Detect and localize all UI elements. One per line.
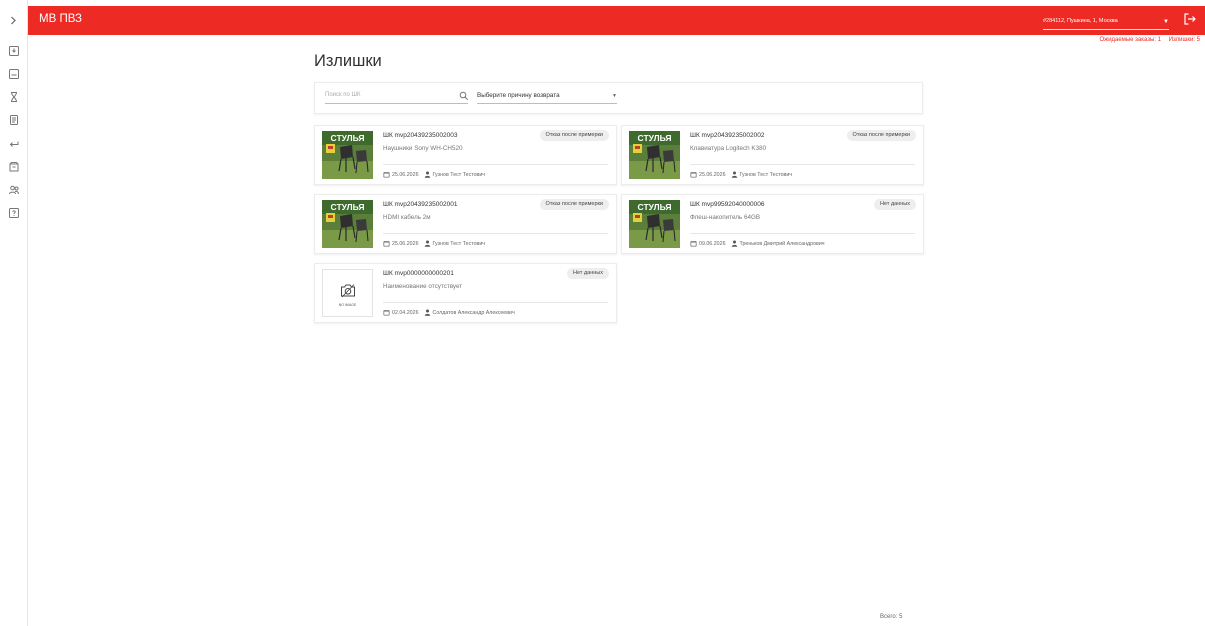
status-badge: Нет данных [874, 199, 916, 210]
card-user: Треньков Дмитрий Александрович [739, 240, 825, 247]
calendar-icon [383, 172, 390, 178]
card-product-name: HDMI кабель 2м [383, 214, 431, 221]
card-date: 25.06.2026 [392, 171, 419, 178]
no-image-caption: NO IMAGE [338, 303, 357, 307]
user-icon [731, 171, 737, 178]
card-user: Гузнов Тест Тестович [739, 171, 793, 178]
user-icon [731, 240, 737, 247]
svg-text:СТУЛЬЯ: СТУЛЬЯ [638, 202, 672, 212]
card-divider [690, 233, 915, 234]
user-icon [424, 240, 430, 247]
surplus-card[interactable]: СТУЛЬЯ ШК mvp20439235002002 Отказ после … [621, 125, 924, 185]
card-product-name: Клавиатура Logitech K380 [690, 145, 767, 152]
users-icon [8, 185, 19, 194]
return-reason-value: Выберите причину возврата [477, 92, 560, 99]
search-placeholder: Поиск по ШК [325, 92, 361, 98]
logout-icon[interactable] [1183, 12, 1197, 26]
card-divider [383, 302, 608, 303]
hourglass-icon [10, 91, 17, 102]
product-image: СТУЛЬЯ [629, 200, 680, 248]
sidebar-item-issue[interactable] [7, 67, 20, 80]
product-image: СТУЛЬЯ [322, 200, 373, 248]
calendar-icon [383, 310, 390, 316]
status-badge: Отказ после примерки [539, 130, 609, 141]
surplus-card[interactable]: NO IMAGE ШК mvp0000000000201 Нет данных … [314, 263, 617, 323]
svg-text:СТУЛЬЯ: СТУЛЬЯ [331, 133, 365, 143]
dropdown-arrow-icon: ▼ [1163, 19, 1169, 25]
user-icon [424, 309, 430, 316]
sidebar-item-returns[interactable] [7, 137, 20, 150]
chevron-right-icon [11, 16, 16, 24]
calendar-icon [690, 241, 697, 247]
card-meta: 09.06.2026 Треньков Дмитрий Александрови… [690, 240, 825, 247]
top-header: МВ ПВЗ #284112, Пушкина, 1, Москва ▼ [28, 6, 1205, 35]
header-counters: Ожидаемые заказы: 1 Излишки: 5 [1100, 37, 1200, 43]
surplus-count-link[interactable]: Излишки: 5 [1169, 37, 1200, 43]
store-select[interactable]: #284112, Пушкина, 1, Москва ▼ [1043, 15, 1169, 30]
card-meta: 25.06.2026 Гузнов Тест Тестович [383, 240, 485, 247]
total-count: Всего: 5 [880, 614, 903, 620]
search-input[interactable]: Поиск по ШК [325, 91, 469, 104]
card-meta: 02.04.2026 Солдатов Александр Алексеевич [383, 309, 515, 316]
no-image-placeholder: NO IMAGE [322, 269, 373, 317]
card-date: 02.04.2026 [392, 309, 419, 316]
status-badge: Отказ после примерки [539, 199, 609, 210]
card-user: Гузнов Тест Тестович [432, 240, 486, 247]
sidebar-toggle-button[interactable] [0, 7, 27, 33]
card-date: 25.06.2026 [699, 171, 726, 178]
card-user: Гузнов Тест Тестович [432, 171, 486, 178]
card-barcode: ШК mvp20439235002003 [383, 132, 458, 139]
card-meta: 25.06.2026 Гузнов Тест Тестович [690, 171, 792, 178]
card-user: Солдатов Александр Алексеевич [432, 309, 515, 316]
product-image: СТУЛЬЯ [629, 131, 680, 179]
card-barcode: ШК mvp20439235002002 [690, 132, 765, 139]
svg-text:СТУЛЬЯ: СТУЛЬЯ [331, 202, 365, 212]
search-icon[interactable] [459, 91, 469, 101]
card-barcode: ШК mvp99592040000006 [690, 201, 765, 208]
surplus-card[interactable]: СТУЛЬЯ ШК mvp20439235002003 Отказ после … [314, 125, 617, 185]
surplus-card[interactable]: СТУЛЬЯ ШК mvp20439235002001 Отказ после … [314, 194, 617, 254]
document-icon [9, 114, 18, 125]
pending-orders-link[interactable]: Ожидаемые заказы: 1 [1100, 37, 1162, 43]
inbox-in-icon [8, 45, 19, 56]
return-arrow-icon [9, 141, 18, 147]
card-divider [383, 233, 608, 234]
inbox-out-icon [8, 68, 19, 79]
card-divider [383, 164, 608, 165]
filter-bar: Поиск по ШК Выберите причину возврата ▼ [314, 82, 923, 114]
sidebar-item-surplus[interactable] [7, 160, 20, 173]
card-meta: 25.06.2026 Гузнов Тест Тестович [383, 171, 485, 178]
surplus-card[interactable]: СТУЛЬЯ ШК mvp99592040000006 Нет данных Ф… [621, 194, 924, 254]
card-product-name: Наушники Sony WH-CH520 [383, 145, 463, 152]
card-barcode: ШК mvp20439235002001 [383, 201, 458, 208]
return-reason-select[interactable]: Выберите причину возврата ▼ [477, 92, 617, 104]
svg-text:СТУЛЬЯ: СТУЛЬЯ [638, 133, 672, 143]
help-icon [8, 207, 19, 218]
status-badge: Нет данных [567, 268, 609, 279]
surplus-box-icon [9, 161, 18, 171]
chevron-down-icon: ▼ [612, 93, 617, 99]
store-select-value: #284112, Пушкина, 1, Москва [1043, 18, 1118, 24]
calendar-icon [690, 172, 697, 178]
card-product-name: Наименование отсутствует [383, 283, 463, 290]
sidebar-item-documents[interactable] [7, 113, 20, 126]
sidebar-item-pending[interactable] [7, 90, 20, 103]
card-divider [690, 164, 915, 165]
card-date: 09.06.2026 [699, 240, 726, 247]
user-icon [424, 171, 430, 178]
card-date: 25.06.2026 [392, 240, 419, 247]
no-image-camera-icon [341, 284, 355, 298]
sidebar-item-help[interactable] [7, 206, 20, 219]
sidebar-item-receive[interactable] [7, 44, 20, 57]
product-image: СТУЛЬЯ [322, 131, 373, 179]
card-barcode: ШК mvp0000000000201 [383, 270, 454, 277]
app-title: МВ ПВЗ [39, 13, 82, 25]
status-badge: Отказ после примерки [846, 130, 916, 141]
card-product-name: Флеш-накопитель 64GB [690, 214, 761, 221]
sidebar [0, 0, 28, 626]
sidebar-item-users[interactable] [7, 183, 20, 196]
calendar-icon [383, 241, 390, 247]
page-title: Излишки [314, 52, 382, 70]
